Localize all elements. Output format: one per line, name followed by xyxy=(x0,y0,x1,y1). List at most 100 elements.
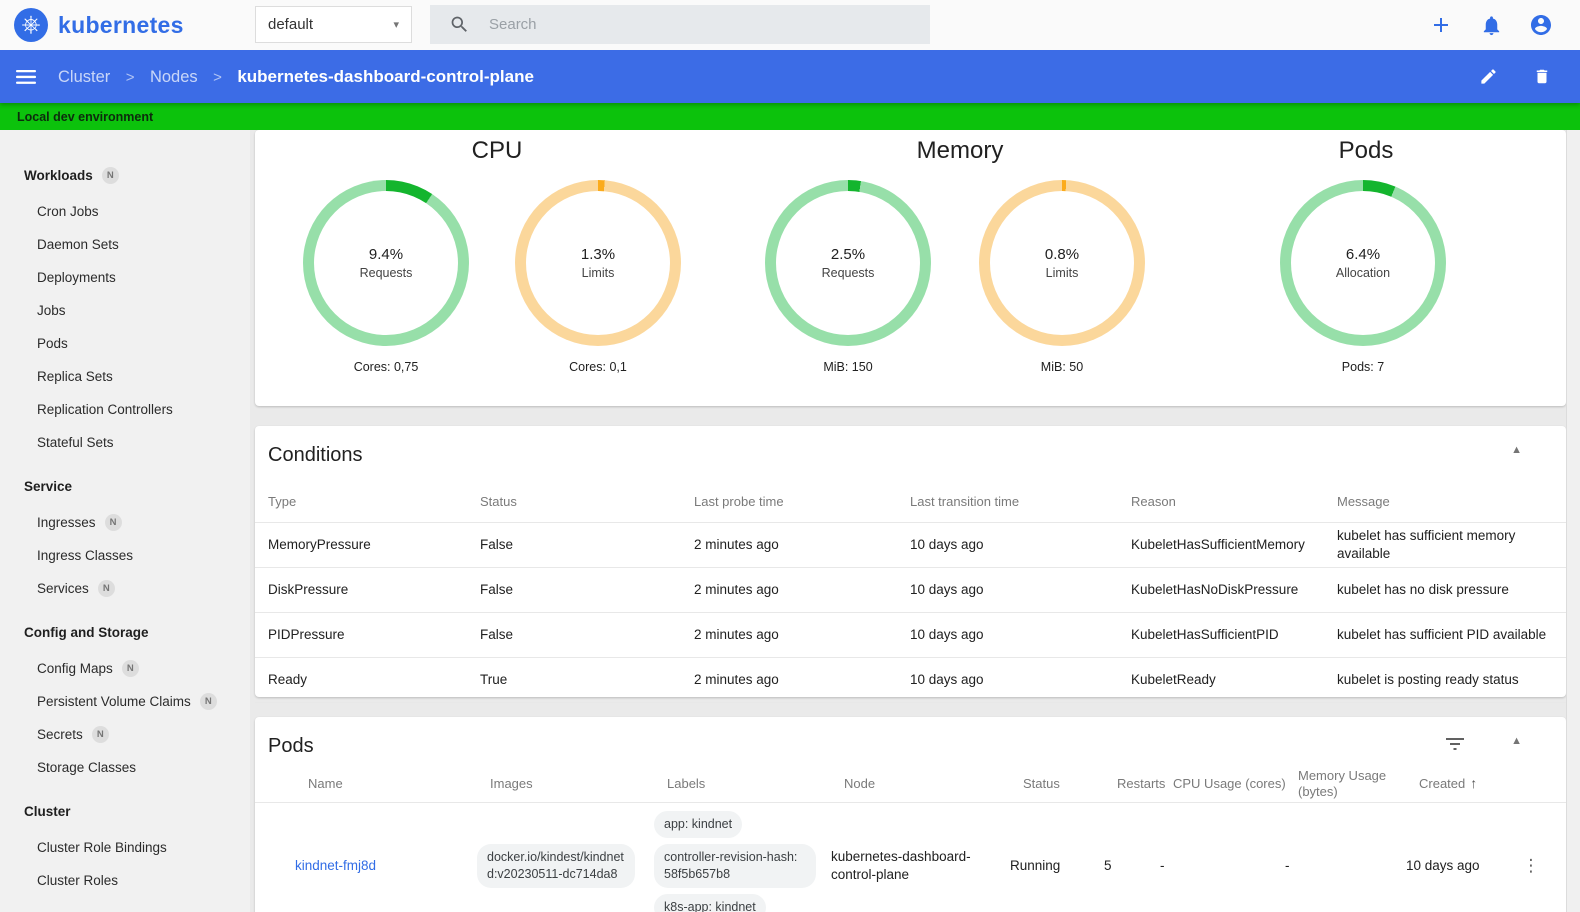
conditions-card: Conditions ▲ Type Status Last probe time… xyxy=(255,426,1566,703)
pods-card: Pods ▲ Name Images Labels Node Status Re… xyxy=(255,717,1566,912)
table-row: Ready True 2 minutes ago 10 days ago Kub… xyxy=(255,658,1566,703)
sidebar-item-pods[interactable]: Pods xyxy=(0,327,250,360)
sidebar: Workloads N Cron Jobs Daemon Sets Deploy… xyxy=(0,130,250,912)
menu-hamburger-icon[interactable] xyxy=(16,69,36,85)
sidebar-item-cluster-role-bindings[interactable]: Cluster Role Bindings xyxy=(0,831,250,864)
namespaced-badge: N xyxy=(104,514,122,531)
scrollbar[interactable] xyxy=(1566,130,1580,912)
namespace-value: default xyxy=(268,16,314,33)
column-header[interactable]: Name xyxy=(308,776,490,792)
pods-header-row: Name Images Labels Node Status Restarts … xyxy=(255,766,1566,803)
sidebar-item-ingresses[interactable]: Ingresses N xyxy=(0,506,250,539)
column-header: Message xyxy=(1337,494,1390,510)
conditions-header-row: Type Status Last probe time Last transit… xyxy=(255,483,1566,523)
column-header: CPU Usage (cores) xyxy=(1173,775,1286,791)
sidebar-item-replica-sets[interactable]: Replica Sets xyxy=(0,360,250,393)
sidebar-item-jobs[interactable]: Jobs xyxy=(0,294,250,327)
sort-ascending-icon: ↑ xyxy=(1470,775,1478,792)
sidebar-item-stateful-sets[interactable]: Stateful Sets xyxy=(0,426,250,459)
sidebar-section-service: Service xyxy=(24,479,73,494)
sidebar-section-cluster: Cluster xyxy=(24,804,71,819)
pod-name-link[interactable]: kindnet-fmj8d xyxy=(295,858,376,873)
sidebar-item-daemon-sets[interactable]: Daemon Sets xyxy=(0,228,250,261)
donut-caption: Cores: 0,75 xyxy=(353,360,419,374)
label-chip: app: kindnet xyxy=(654,811,743,838)
node-actions xyxy=(1476,65,1564,89)
app-header: ⎈ kubernetes default ▾ xyxy=(0,0,1580,50)
donut-ring: 2.5% Requests xyxy=(765,180,931,346)
column-header: Labels xyxy=(667,775,706,791)
sidebar-item-config-maps[interactable]: Config Maps N xyxy=(0,652,250,685)
donut-caption: Cores: 0,1 xyxy=(569,360,627,374)
breadcrumb: Cluster > Nodes > kubernetes-dashboard-c… xyxy=(58,67,534,87)
sidebar-item-ingress-classes[interactable]: Ingress Classes xyxy=(0,539,250,572)
collapse-arrow-icon[interactable]: ▲ xyxy=(1511,735,1522,747)
filter-icon[interactable] xyxy=(1446,737,1464,756)
donut-memory-limits: 0.8% Limits MiB: 50 xyxy=(979,180,1145,374)
donut-caption: Pods: 7 xyxy=(1341,360,1385,374)
column-header: Last probe time xyxy=(694,494,784,510)
content-area: CPU Memory Pods 9.4% Requests Cores: 0,7… xyxy=(250,130,1566,912)
column-header: Last transition time xyxy=(910,494,1020,510)
kubernetes-dashboard: ⎈ kubernetes default ▾ Search Cluster > … xyxy=(0,0,1580,912)
row-menu-kebab-icon[interactable]: ⋮ xyxy=(1506,856,1566,876)
sidebar-item-services[interactable]: Services N xyxy=(0,572,250,605)
edit-pencil-icon[interactable] xyxy=(1476,65,1500,89)
table-row: DiskPressure False 2 minutes ago 10 days… xyxy=(255,568,1566,613)
main-area: Workloads N Cron Jobs Daemon Sets Deploy… xyxy=(0,130,1580,912)
delete-trash-icon[interactable] xyxy=(1530,65,1554,89)
column-header: Type xyxy=(268,494,297,510)
image-chip: docker.io/kindest/kindnetd:v20230511-dc7… xyxy=(477,843,635,888)
breadcrumb-cluster-link[interactable]: Cluster xyxy=(58,68,110,86)
breadcrumb-bar: Cluster > Nodes > kubernetes-dashboard-c… xyxy=(0,50,1580,103)
donut-ring: 9.4% Requests xyxy=(303,180,469,346)
donut-ring: 1.3% Limits xyxy=(515,180,681,346)
cpu-usage-cell: - xyxy=(1160,858,1165,874)
brand-text: kubernetes xyxy=(58,11,184,38)
namespaced-badge: N xyxy=(101,167,119,184)
sidebar-item-deployments[interactable]: Deployments xyxy=(0,261,250,294)
namespaced-badge: N xyxy=(121,660,139,677)
donut-ring: 6.4% Allocation xyxy=(1280,180,1446,346)
search-input[interactable] xyxy=(487,15,930,34)
sidebar-item-storage-classes[interactable]: Storage Classes xyxy=(0,751,250,784)
namespaced-badge: N xyxy=(199,693,217,710)
column-header: Memory Usage (bytes) xyxy=(1298,767,1387,799)
namespaced-badge: N xyxy=(97,580,115,597)
table-row: MemoryPressure False 2 minutes ago 10 da… xyxy=(255,523,1566,568)
sidebar-section-workloads: Workloads N xyxy=(0,156,250,195)
kubernetes-logo-icon: ⎈ xyxy=(14,8,48,42)
sidebar-item-persistent-volume-claims[interactable]: Persistent Volume Claims N xyxy=(0,685,250,718)
created-cell: 10 days ago xyxy=(1406,858,1480,874)
column-header-created[interactable]: Created ↑ xyxy=(1419,775,1519,793)
pods-title: Pods xyxy=(268,735,314,757)
sidebar-item-cron-jobs[interactable]: Cron Jobs xyxy=(0,195,250,228)
notifications-bell-icon[interactable] xyxy=(1479,13,1503,37)
brand[interactable]: ⎈ kubernetes xyxy=(14,8,184,42)
namespaced-badge: N xyxy=(91,726,109,743)
sidebar-item-replication-controllers[interactable]: Replication Controllers xyxy=(0,393,250,426)
donut-memory-requests: 2.5% Requests MiB: 150 xyxy=(765,180,931,374)
status-cell: Running xyxy=(1010,858,1061,874)
labels-cell: app: kindnet controller-revision-hash: 5… xyxy=(654,811,831,912)
column-header: Images xyxy=(490,775,533,791)
create-resource-button[interactable] xyxy=(1429,13,1453,37)
table-row: PIDPressure False 2 minutes ago 10 days … xyxy=(255,613,1566,658)
breadcrumb-nodes-link[interactable]: Nodes xyxy=(150,68,198,86)
chart-group-title-memory: Memory xyxy=(916,137,1004,164)
account-icon[interactable] xyxy=(1529,13,1553,37)
namespace-selector[interactable]: default ▾ xyxy=(255,6,412,43)
environment-banner-text: Local dev environment xyxy=(17,109,154,124)
chevron-right-icon: > xyxy=(125,68,135,86)
chevron-down-icon: ▾ xyxy=(393,19,399,31)
collapse-arrow-icon[interactable]: ▲ xyxy=(1511,444,1522,456)
donut-pods-allocation: 6.4% Allocation Pods: 7 xyxy=(1280,180,1446,374)
environment-banner: Local dev environment xyxy=(0,103,1580,130)
donut-cpu-limits: 1.3% Limits Cores: 0,1 xyxy=(515,180,681,374)
chart-group-title-pods: Pods xyxy=(1338,137,1394,164)
sidebar-section-config-and-storage: Config and Storage xyxy=(24,625,149,640)
column-header[interactable]: Status xyxy=(1023,776,1117,792)
sidebar-item-cluster-roles[interactable]: Cluster Roles xyxy=(0,864,250,897)
sidebar-item-secrets[interactable]: Secrets N xyxy=(0,718,250,751)
chart-group-title-cpu: CPU xyxy=(471,137,523,164)
